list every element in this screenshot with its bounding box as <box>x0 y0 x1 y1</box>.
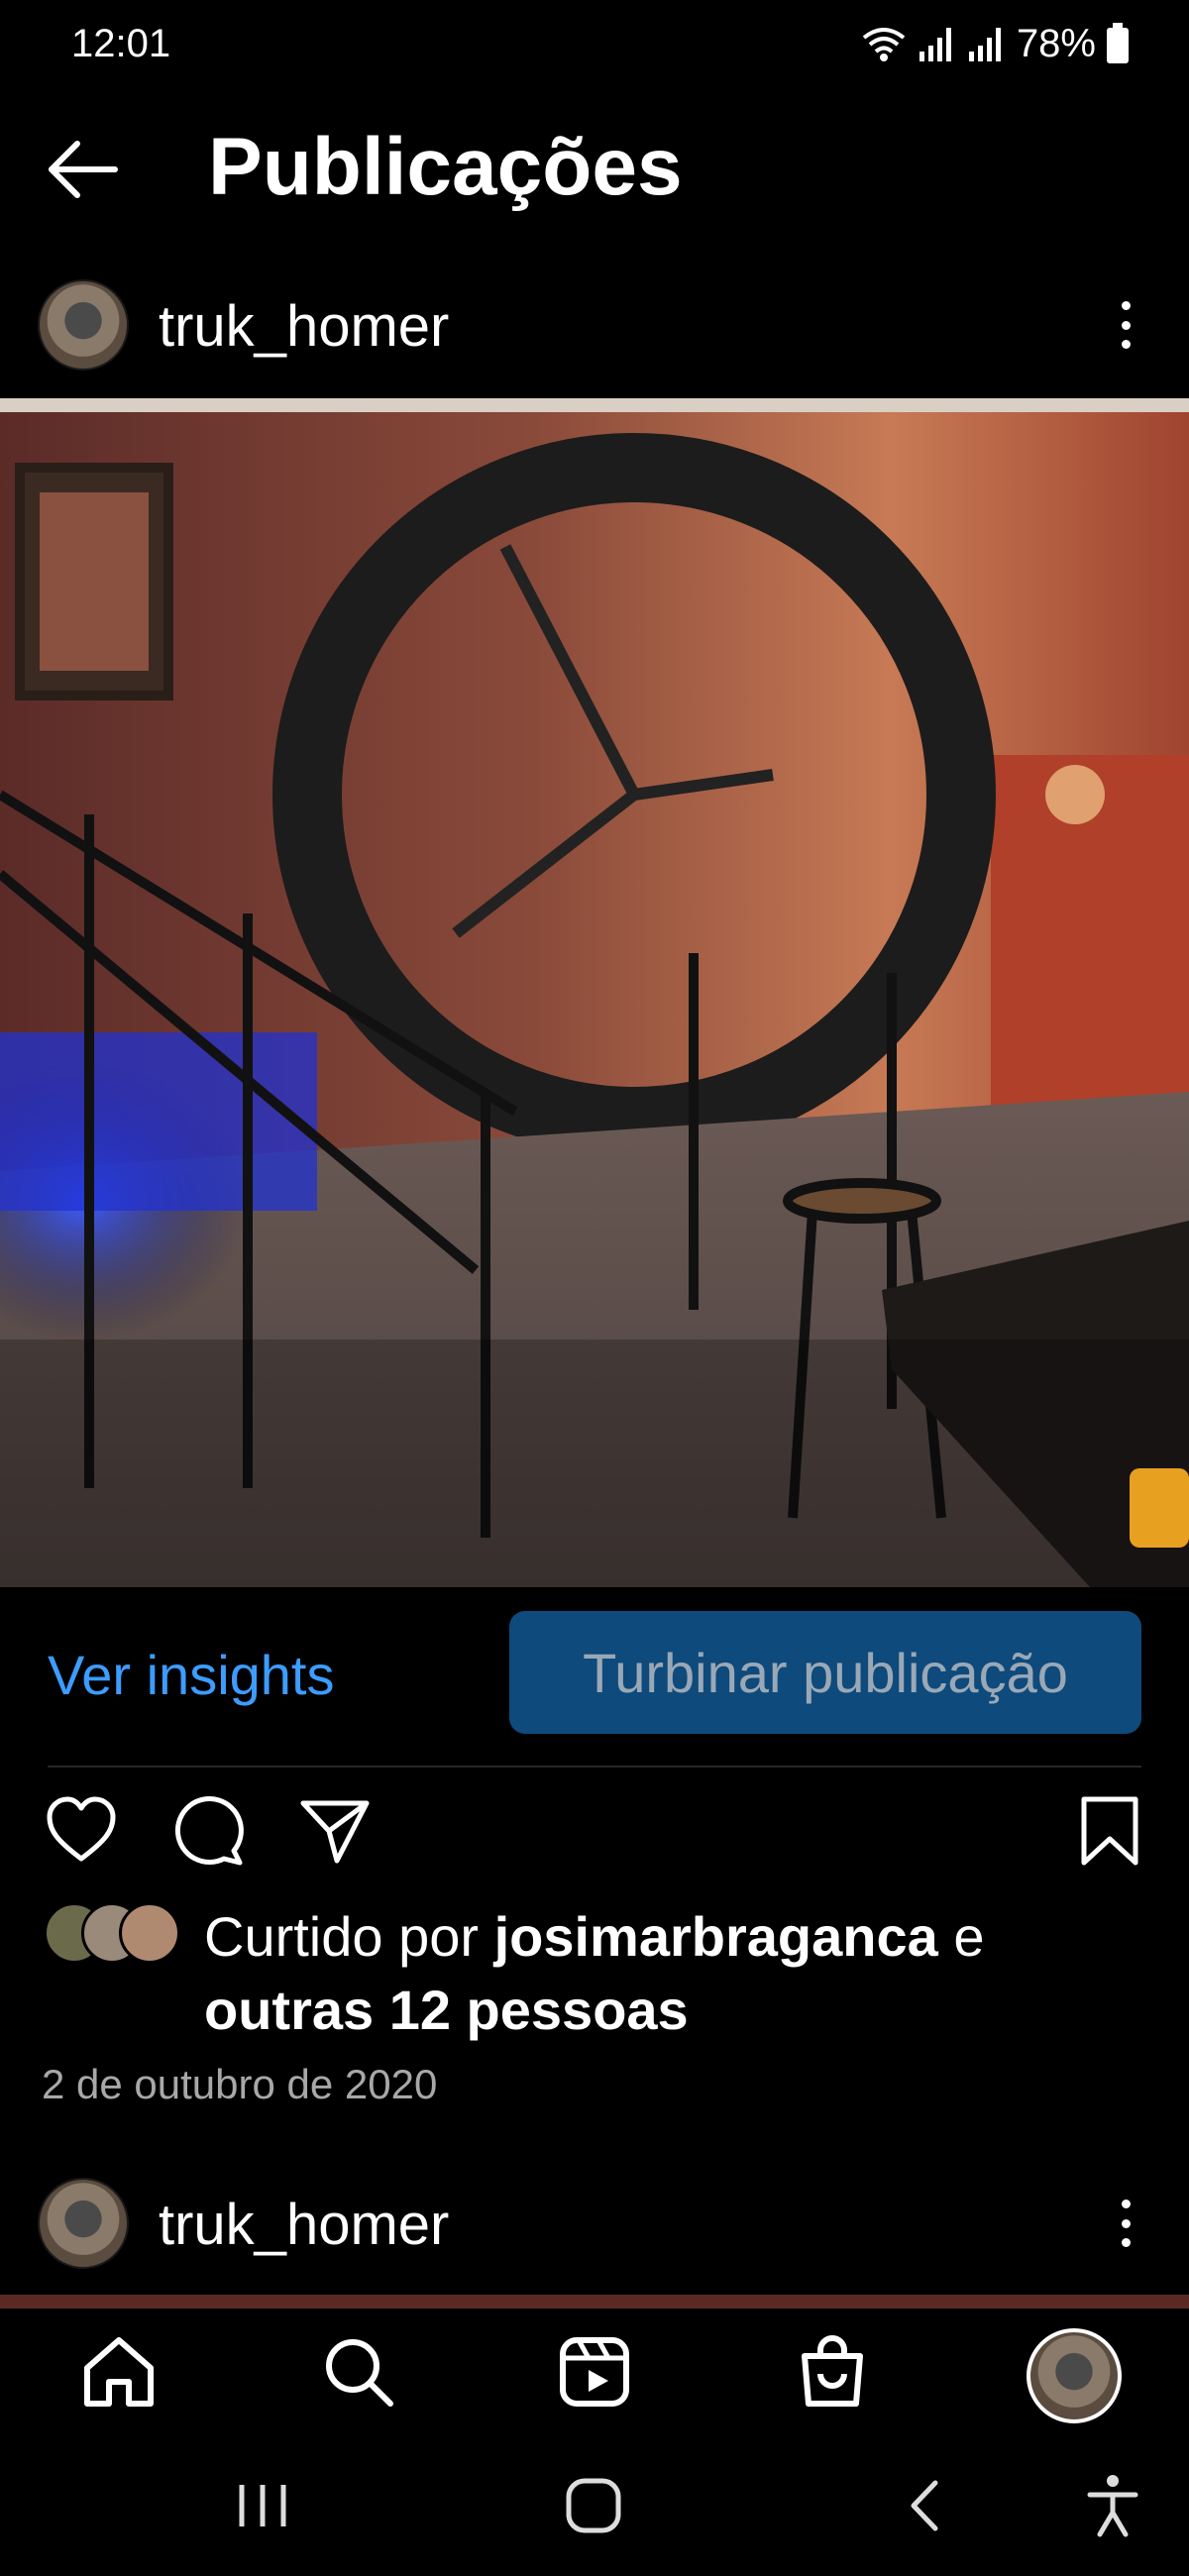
battery-icon <box>1107 23 1129 63</box>
search-icon <box>326 2339 393 2407</box>
likes-others[interactable]: outras 12 pessoas <box>204 1979 689 2041</box>
nav-shop[interactable] <box>793 2332 872 2412</box>
save-button[interactable] <box>1072 1793 1147 1869</box>
next-post-photo-edge <box>0 2295 1189 2308</box>
accessibility-icon <box>1087 2475 1138 2537</box>
heart-icon <box>47 1796 116 1862</box>
likes-prefix: Curtido por <box>204 1905 494 1968</box>
bookmark-icon <box>1081 1796 1138 1866</box>
nav-home[interactable] <box>79 2332 159 2412</box>
post-username[interactable]: truk_homer <box>159 293 449 360</box>
liker-avatars[interactable] <box>44 1902 182 1964</box>
back-system-button[interactable] <box>892 2471 961 2540</box>
share-button[interactable] <box>297 1793 373 1869</box>
reels-icon <box>560 2337 629 2407</box>
more-vertical-icon <box>1121 301 1131 310</box>
more-vertical-icon <box>1121 2200 1131 2208</box>
comment-button[interactable] <box>170 1793 246 1869</box>
likes-summary[interactable]: Curtido por josimarbraganca e outras 12 p… <box>204 1900 1155 2047</box>
nav-search[interactable] <box>319 2332 398 2412</box>
boost-post-button[interactable]: Turbinar publicação <box>509 1611 1141 1734</box>
more-options-button[interactable] <box>1116 301 1135 349</box>
accessibility-button[interactable] <box>1078 2471 1147 2540</box>
share-icon <box>300 1800 370 1864</box>
signal-icon <box>919 28 951 61</box>
view-insights-link[interactable]: Ver insights <box>48 1643 335 1707</box>
nav-reels[interactable] <box>555 2332 634 2412</box>
status-time: 12:01 <box>71 22 171 65</box>
shop-icon <box>802 2335 863 2407</box>
arrow-left-icon <box>49 141 118 198</box>
post-photo[interactable] <box>0 398 1189 1587</box>
divider <box>48 1766 1141 1768</box>
nav-profile-avatar[interactable] <box>1027 2328 1122 2423</box>
chevron-left-icon <box>911 2480 938 2531</box>
likes-conjunction: e <box>937 1905 985 1968</box>
avatar <box>119 1902 180 1964</box>
comment-icon <box>174 1796 244 1866</box>
like-button[interactable] <box>44 1793 119 1869</box>
battery-percent: 78% <box>1016 21 1096 65</box>
home-circle-icon <box>566 2478 621 2533</box>
more-options-button[interactable] <box>1116 2200 1135 2247</box>
post-date: 2 de outubro de 2020 <box>42 2061 438 2107</box>
home-system-button[interactable] <box>559 2471 628 2540</box>
liker-username[interactable]: josimarbraganca <box>494 1905 938 1968</box>
back-button[interactable] <box>44 134 123 205</box>
signal-icon <box>968 28 1001 61</box>
wifi-icon <box>862 28 906 61</box>
recent-apps-button[interactable] <box>228 2471 297 2540</box>
home-icon <box>84 2337 154 2407</box>
post-username[interactable]: truk_homer <box>159 2192 449 2258</box>
page-title: Publicações <box>208 122 683 212</box>
recent-apps-icon <box>239 2485 286 2526</box>
avatar[interactable] <box>38 2178 129 2269</box>
status-icons: 78% <box>860 20 1130 67</box>
avatar[interactable] <box>38 279 129 371</box>
